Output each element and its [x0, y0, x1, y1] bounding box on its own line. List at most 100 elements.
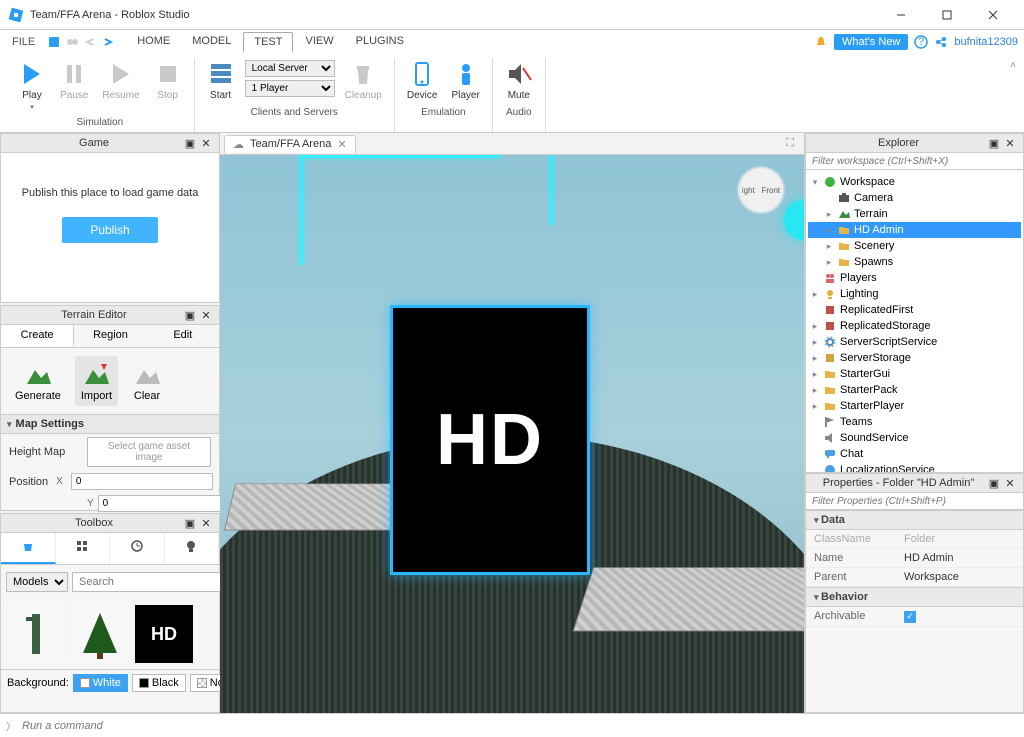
toolbox-tab-creations[interactable] [165, 533, 220, 564]
expand-arrow-icon[interactable]: ▸ [824, 257, 834, 268]
undock-icon[interactable]: ▣ [183, 516, 197, 530]
tree-node[interactable]: ▸StarterPack [808, 382, 1021, 398]
device-button[interactable]: Device [403, 58, 442, 103]
expand-arrow-icon[interactable]: ▸ [824, 241, 834, 252]
undock-icon[interactable]: ▣ [987, 136, 1001, 150]
notification-icon[interactable] [814, 35, 828, 49]
close-icon[interactable]: ✕ [199, 308, 213, 322]
close-icon[interactable]: ✕ [1003, 136, 1017, 150]
close-button[interactable] [970, 0, 1016, 30]
undock-icon[interactable]: ▣ [183, 136, 197, 150]
maximize-button[interactable] [924, 0, 970, 30]
expand-arrow-icon[interactable]: ▸ [810, 337, 820, 348]
tree-node[interactable]: ▸StarterPlayer [808, 398, 1021, 414]
close-icon[interactable]: ✕ [199, 136, 213, 150]
tree-node[interactable]: Players [808, 270, 1021, 286]
close-tab-icon[interactable]: ✕ [337, 138, 346, 151]
tree-node[interactable]: ▸Spawns [808, 254, 1021, 270]
undock-icon[interactable]: ▣ [183, 308, 197, 322]
heightmap-select-button[interactable]: Select game asset image [87, 437, 211, 467]
tree-node[interactable]: ▸StarterGui [808, 366, 1021, 382]
play-button[interactable]: Play ▾ [14, 58, 50, 113]
qat-save-icon[interactable] [47, 35, 61, 49]
collapse-ribbon-icon[interactable]: ˄ [1010, 60, 1016, 71]
qat-undo-icon[interactable] [83, 35, 97, 49]
import-tool[interactable]: Import [75, 356, 118, 406]
properties-section-behavior[interactable]: Behavior [806, 587, 1023, 607]
expand-arrow-icon[interactable]: ▸ [810, 321, 820, 332]
tree-node[interactable]: ▸ServerStorage [808, 350, 1021, 366]
terrain-tab-create[interactable]: Create [1, 325, 74, 347]
help-icon[interactable]: ? [914, 35, 928, 49]
tab-home[interactable]: HOME [127, 32, 180, 52]
position-x-input[interactable] [71, 473, 213, 490]
property-value[interactable]: HD Admin [896, 549, 1023, 567]
undock-icon[interactable]: ▣ [987, 476, 1001, 490]
document-tab[interactable]: ☁ Team/FFA Arena ✕ [224, 135, 356, 153]
property-value[interactable]: Workspace [896, 568, 1023, 586]
whats-new-button[interactable]: What's New [834, 34, 908, 50]
toolbox-item[interactable] [71, 605, 129, 663]
mute-button[interactable]: Mute [501, 58, 537, 103]
server-mode-select[interactable]: Local Server [245, 60, 335, 77]
player-count-select[interactable]: 1 Player [245, 80, 335, 97]
close-icon[interactable]: ✕ [199, 516, 213, 530]
explorer-tree[interactable]: ▾WorkspaceCamera▸Terrain▸HD Admin▸Scener… [806, 170, 1023, 472]
viewport-expand-icon[interactable]: ⛶ [780, 137, 800, 150]
generate-tool[interactable]: Generate [9, 356, 67, 406]
explorer-filter-input[interactable] [812, 156, 1017, 167]
tree-node[interactable]: Chat [808, 446, 1021, 462]
toolbox-search-input[interactable] [72, 572, 228, 592]
viewport-3d[interactable]: HD ight Front [220, 155, 804, 713]
tree-node[interactable]: ▸ServerScriptService [808, 334, 1021, 350]
tree-node[interactable]: ▸HD Admin [808, 222, 1021, 238]
minimize-button[interactable] [878, 0, 924, 30]
expand-arrow-icon[interactable]: ▸ [824, 209, 834, 220]
tree-node[interactable]: ▸Terrain [808, 206, 1021, 222]
tree-node[interactable]: ▸Scenery [808, 238, 1021, 254]
tree-node[interactable]: ▸Lighting [808, 286, 1021, 302]
toolbox-tab-marketplace[interactable] [1, 533, 56, 564]
toolbox-item[interactable] [7, 605, 65, 663]
archivable-checkbox[interactable]: ✓ [904, 611, 916, 623]
expand-arrow-icon[interactable]: ▸ [824, 225, 834, 236]
toolbox-item[interactable]: HD [135, 605, 193, 663]
toolbox-tab-recent[interactable] [110, 533, 165, 564]
tree-node[interactable]: ▸ReplicatedStorage [808, 318, 1021, 334]
expand-arrow-icon[interactable]: ▸ [810, 385, 820, 396]
publish-button[interactable]: Publish [62, 217, 157, 243]
qat-redo-icon[interactable] [101, 35, 115, 49]
expand-arrow-icon[interactable]: ▸ [810, 289, 820, 300]
expand-arrow-icon[interactable]: ▸ [810, 369, 820, 380]
tab-model[interactable]: MODEL [182, 32, 241, 52]
username-label[interactable]: bufnita12309 [954, 36, 1018, 48]
share-icon[interactable] [934, 35, 948, 49]
expand-arrow-icon[interactable]: ▸ [810, 401, 820, 412]
tab-plugins[interactable]: PLUGINS [346, 32, 414, 52]
qat-binoculars-icon[interactable] [65, 35, 79, 49]
tree-node[interactable]: ReplicatedFirst [808, 302, 1021, 318]
tree-node[interactable]: Teams [808, 414, 1021, 430]
properties-section-data[interactable]: Data [806, 510, 1023, 530]
toolbox-category-select[interactable]: Models [6, 572, 68, 592]
clear-tool[interactable]: Clear [126, 356, 168, 406]
terrain-tab-region[interactable]: Region [74, 325, 146, 347]
tab-test[interactable]: TEST [243, 32, 293, 52]
expand-arrow-icon[interactable]: ▸ [810, 353, 820, 364]
bg-white-option[interactable]: White [73, 674, 128, 692]
properties-filter-input[interactable] [812, 496, 1017, 507]
terrain-tab-edit[interactable]: Edit [147, 325, 219, 347]
map-settings-header[interactable]: Map Settings [1, 414, 219, 434]
start-button[interactable]: Start [203, 58, 239, 103]
command-input[interactable] [22, 720, 1018, 732]
position-y-input[interactable] [98, 495, 240, 512]
tree-node[interactable]: LocalizationService [808, 462, 1021, 472]
view-selector-gizmo[interactable]: ight Front [736, 165, 786, 215]
tree-node[interactable]: SoundService [808, 430, 1021, 446]
file-menu[interactable]: FILE [6, 36, 41, 48]
tree-node[interactable]: Camera [808, 190, 1021, 206]
tree-node[interactable]: ▾Workspace [808, 174, 1021, 190]
close-icon[interactable]: ✕ [1003, 476, 1017, 490]
expand-arrow-icon[interactable]: ▾ [810, 177, 820, 188]
tab-view[interactable]: VIEW [295, 32, 343, 52]
